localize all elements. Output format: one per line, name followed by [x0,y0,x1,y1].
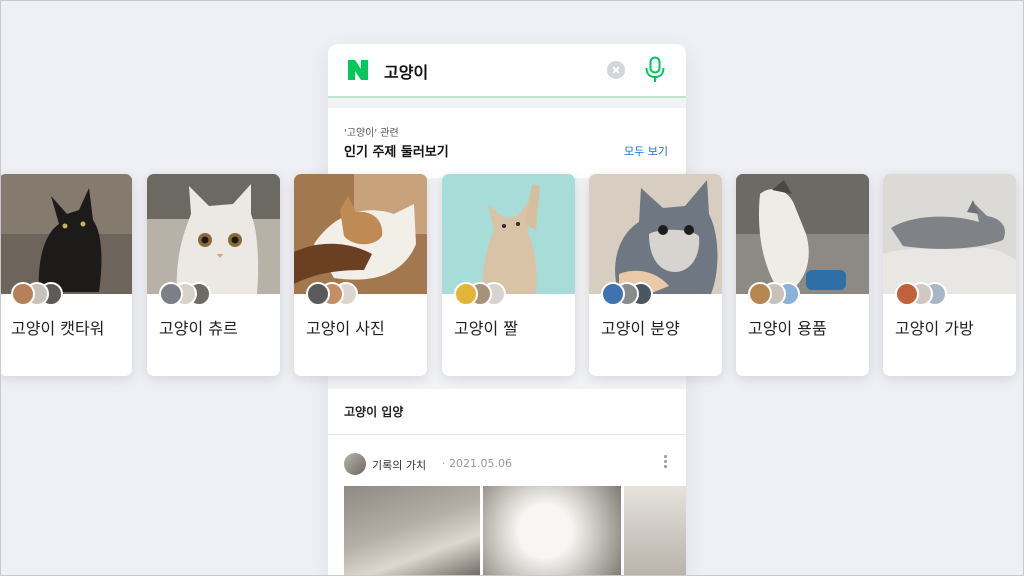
topic-avatars [11,282,91,306]
topic-thumbnail [0,174,132,294]
avatar [895,282,919,306]
topic-card[interactable]: 고양이 캣타워 [0,174,132,376]
author-avatar[interactable] [344,453,366,475]
topic-label: 고양이 용품 [748,319,827,338]
post-photo[interactable] [624,486,686,576]
topic-card[interactable]: 고양이 짤 [442,174,575,376]
topic-avatars [748,282,828,306]
topic-thumbnail [883,174,1016,294]
topic-avatars [159,282,239,306]
post-date: · 2021.05.06 [442,457,512,470]
topic-card[interactable]: 고양이 용품 [736,174,869,376]
see-all-link[interactable]: 모두 보기 [624,143,668,159]
topic-avatars [306,282,386,306]
avatar [306,282,330,306]
topic-thumbnail [589,174,722,294]
avatar [159,282,183,306]
post-photo[interactable] [483,486,621,576]
topics-title: 인기 주제 둘러보기 [344,145,449,160]
topic-label: 고양이 가방 [895,319,974,338]
avatar [601,282,625,306]
divider [328,434,686,435]
topic-thumbnail [294,174,427,294]
popular-topics-header: '고양이' 관련 인기 주제 둘러보기 모두 보기 [328,108,686,178]
avatar [454,282,478,306]
topic-avatars [601,282,681,306]
microphone-icon[interactable] [644,56,666,84]
topic-thumbnail [442,174,575,294]
search-bar[interactable]: 고양이 [328,44,686,98]
topic-card[interactable]: 고양이 가방 [883,174,1016,376]
topic-label: 고양이 분양 [601,319,680,338]
close-icon [612,66,620,74]
topic-label: 고양이 츄르 [159,319,238,338]
topic-card[interactable]: 고양이 분양 [589,174,722,376]
topic-thumbnail [147,174,280,294]
clear-search-button[interactable] [607,61,625,79]
topic-label: 고양이 짤 [454,319,518,338]
topic-card[interactable]: 고양이 츄르 [147,174,280,376]
topic-avatars [895,282,975,306]
topics-subtitle: '고양이' 관련 [344,128,399,139]
adoption-section-title: 고양이 입양 [344,405,404,419]
topic-label: 고양이 캣타워 [11,319,105,338]
naver-logo-icon [348,60,368,80]
avatar [11,282,35,306]
topic-card[interactable]: 고양이 사진 [294,174,427,376]
topic-label: 고양이 사진 [306,319,385,338]
topic-thumbnail [736,174,869,294]
topic-avatars [454,282,534,306]
post-photo[interactable] [344,486,480,576]
search-query[interactable]: 고양이 [384,59,428,83]
author-name[interactable]: 기록의 가치 [372,457,426,473]
cat-adoption-section: 고양이 입양 기록의 가치 · 2021.05.06 [328,389,686,576]
more-options-icon[interactable] [662,453,668,473]
avatar [748,282,772,306]
